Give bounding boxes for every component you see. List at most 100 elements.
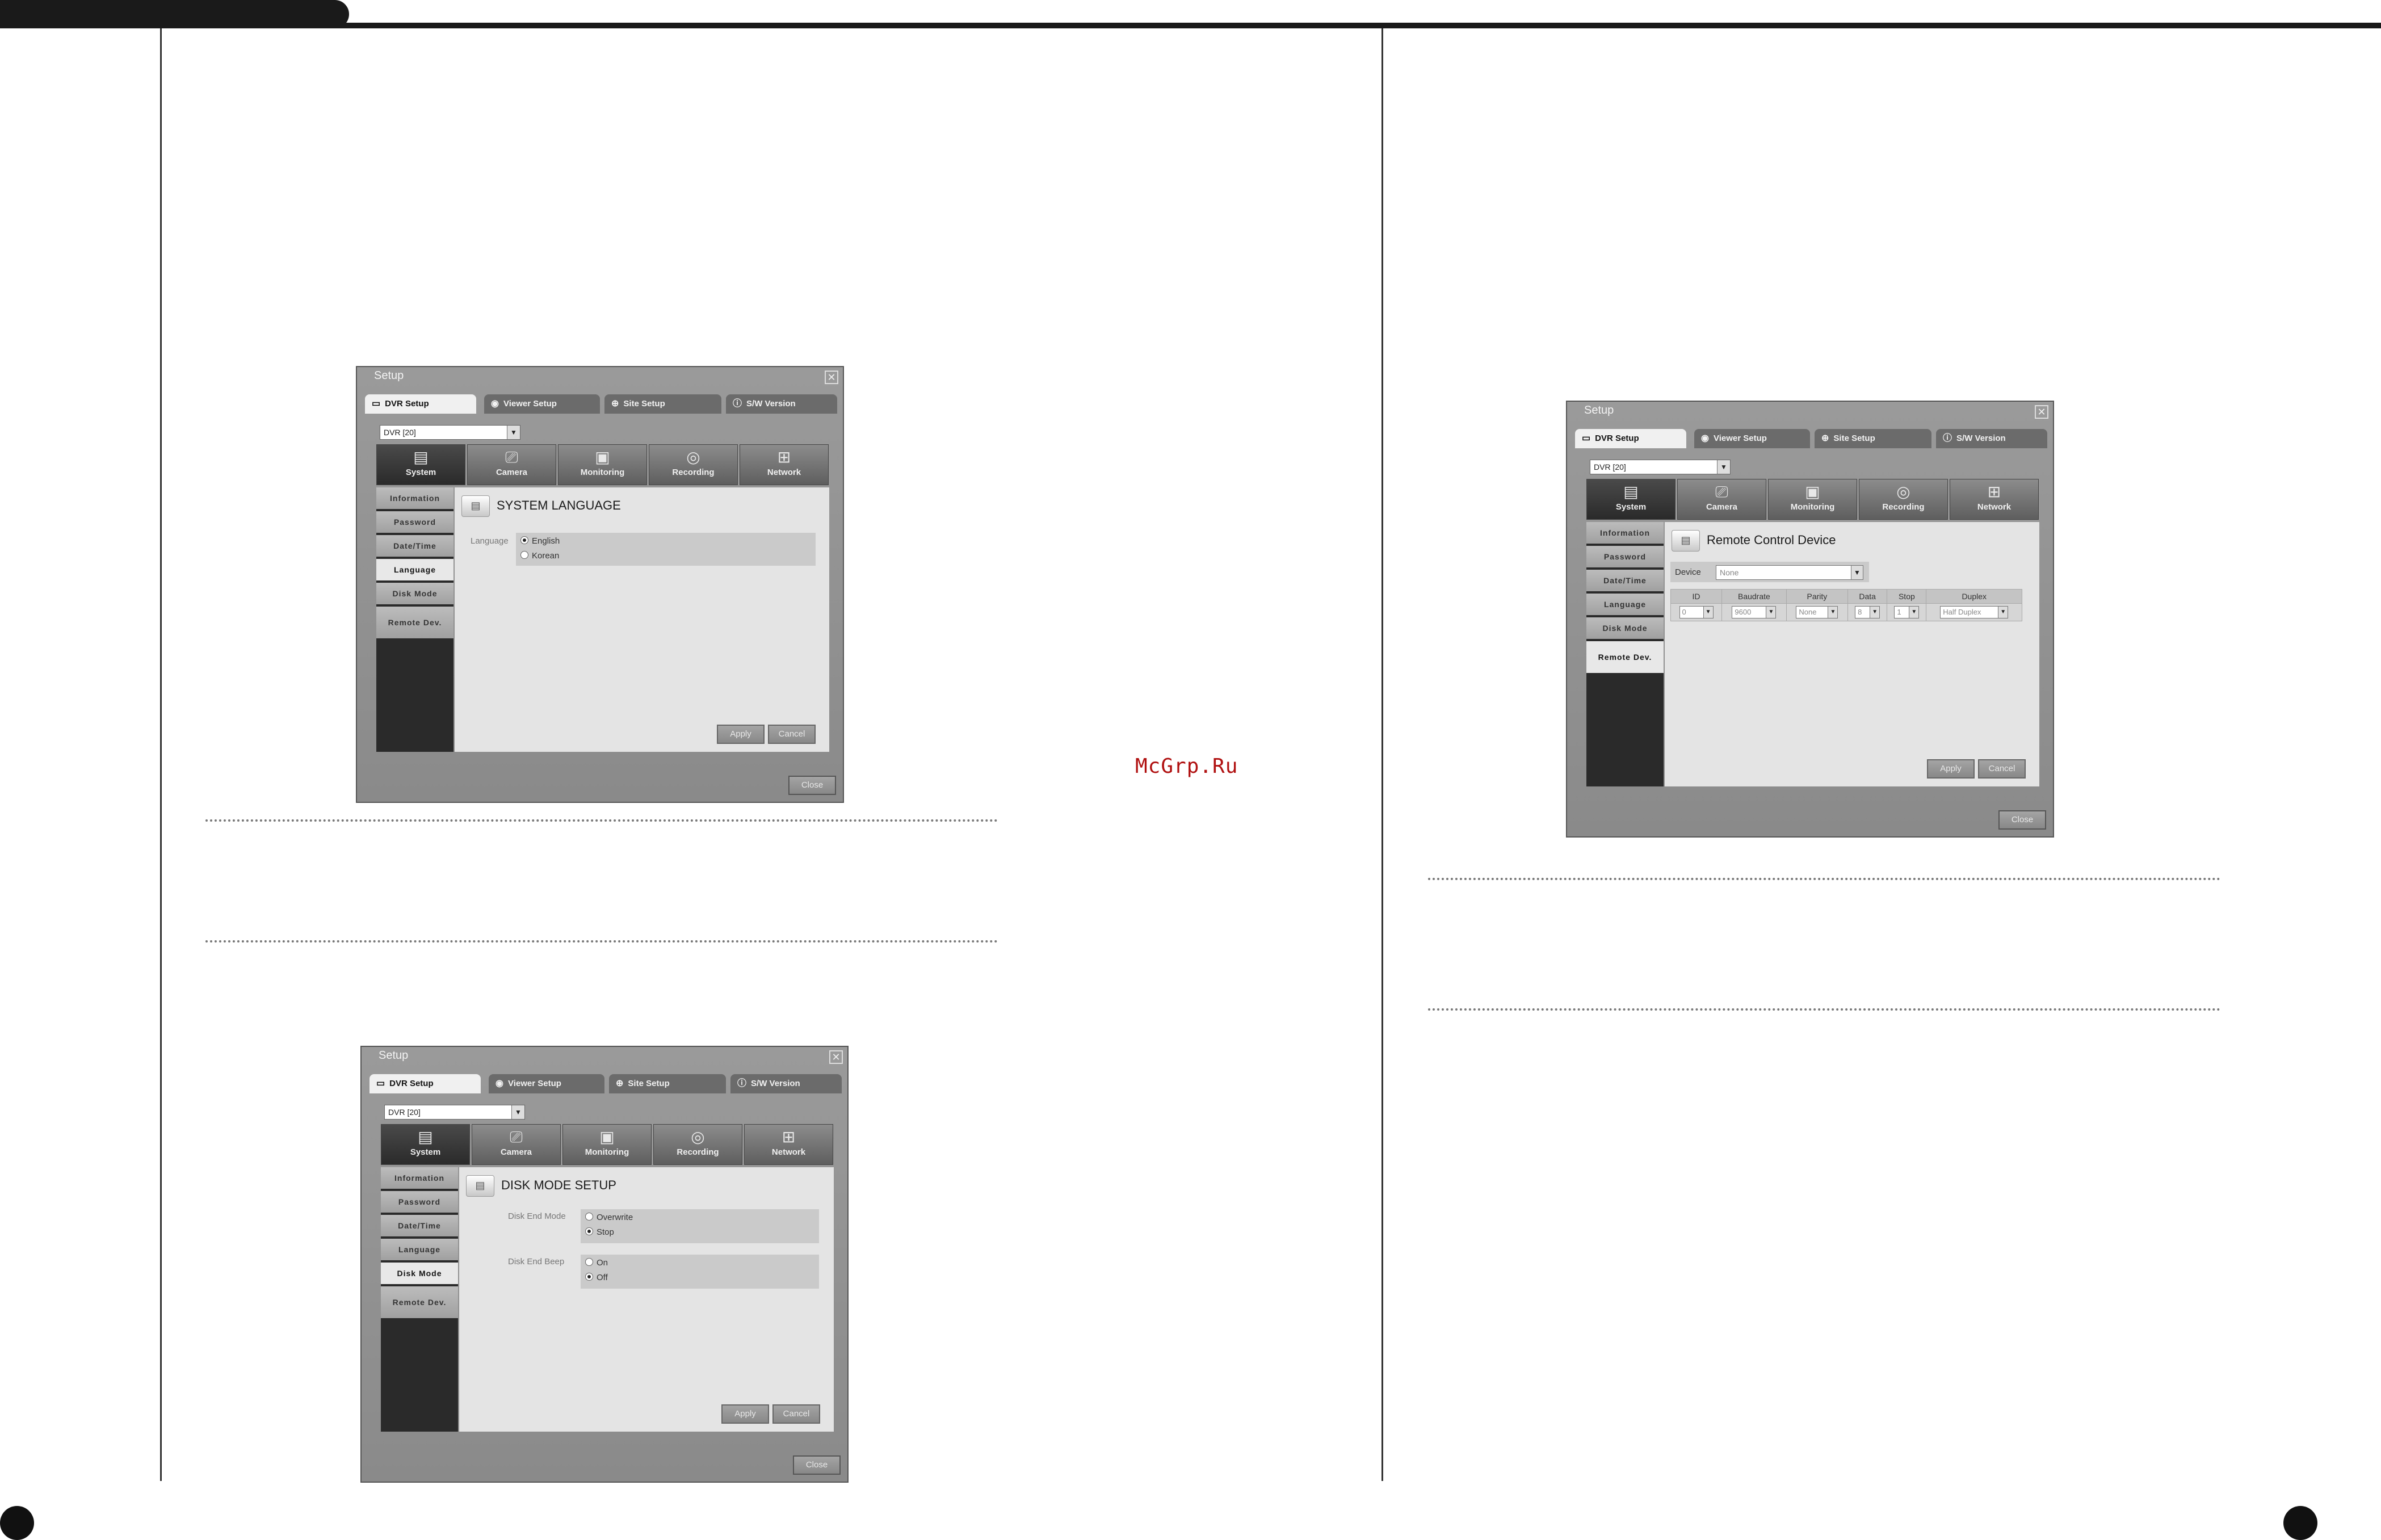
device-select[interactable]: None ▼ <box>1716 565 1863 580</box>
sidebar-item-disk-mode[interactable]: Disk Mode <box>1586 617 1664 640</box>
close-button[interactable]: Close <box>1998 810 2046 830</box>
tab-viewer-setup[interactable]: ◉ Viewer Setup <box>1694 429 1810 448</box>
tab-dvr-setup[interactable]: ▭ DVR Setup <box>1575 429 1686 448</box>
network-icon: ⊞ <box>1987 483 2001 500</box>
category-camera[interactable]: ⎚ Camera <box>467 444 556 485</box>
parity-select[interactable]: None ▼ <box>1796 606 1838 618</box>
radio-overwrite[interactable]: Overwrite <box>585 1213 633 1222</box>
sidebar-item-password[interactable]: Password <box>381 1191 458 1214</box>
setup-window-diskmode: Setup ✕ ▭ DVR Setup ◉ Viewer Setup ⊕ Site S… <box>360 1046 849 1483</box>
stop-select[interactable]: 1 ▼ <box>1894 606 1920 618</box>
chevron-down-icon: ▼ <box>1766 607 1776 618</box>
apply-button[interactable]: Apply <box>721 1404 769 1424</box>
tab-site-setup[interactable]: ⊕ Site Setup <box>609 1074 726 1093</box>
sidebar-item-language[interactable]: Language <box>381 1239 458 1261</box>
close-button[interactable]: Close <box>788 776 836 795</box>
site-icon: ⊕ <box>1821 434 1829 443</box>
watermark: McGrp.Ru <box>1135 755 1238 778</box>
chevron-down-icon: ▼ <box>511 1105 524 1119</box>
baudrate-select[interactable]: 9600 ▼ <box>1732 606 1777 618</box>
radio-beep-off[interactable]: Off <box>585 1273 608 1282</box>
chevron-down-icon: ▼ <box>1703 607 1713 618</box>
col-data: Data <box>1847 589 1888 604</box>
content-panel: ▤ SYSTEM LANGUAGE Language English Korean… <box>455 487 829 752</box>
radio-empty-icon <box>585 1213 593 1221</box>
radio-korean[interactable]: Korean <box>520 551 559 561</box>
radio-english[interactable]: English <box>520 536 560 546</box>
tab-sw-version[interactable]: ⓘ S/W Version <box>1936 429 2047 448</box>
category-monitoring[interactable]: ▣ Monitoring <box>1768 479 1857 520</box>
cancel-button[interactable]: Cancel <box>772 1404 820 1424</box>
category-system[interactable]: ▤ System <box>376 444 465 485</box>
sidebar-item-language[interactable]: Language <box>376 559 453 582</box>
category-camera[interactable]: ⎚ Camera <box>1677 479 1766 520</box>
duplex-select[interactable]: Half Duplex ▼ <box>1940 606 2009 618</box>
dvr-select[interactable]: DVR [20] ▼ <box>380 425 520 440</box>
close-icon[interactable]: ✕ <box>2035 405 2048 419</box>
category-monitoring[interactable]: ▣ Monitoring <box>558 444 647 485</box>
sidebar-item-remote-dev[interactable]: Remote Dev. <box>376 607 453 639</box>
category-monitoring[interactable]: ▣ Monitoring <box>562 1124 652 1165</box>
radio-stop[interactable]: Stop <box>585 1227 614 1237</box>
section-heading: ▤ Remote Control Device <box>1672 530 1836 552</box>
apply-button[interactable]: Apply <box>1927 759 1975 779</box>
dvr-select[interactable]: DVR [20] ▼ <box>384 1105 525 1120</box>
sidebar-item-remote-dev[interactable]: Remote Dev. <box>381 1286 458 1319</box>
system-icon: ▤ <box>418 1128 433 1146</box>
tab-dvr-setup[interactable]: ▭ DVR Setup <box>365 394 476 414</box>
site-icon: ⊕ <box>616 1079 624 1088</box>
radio-beep-on[interactable]: On <box>585 1258 608 1268</box>
tab-site-setup[interactable]: ⊕ Site Setup <box>604 394 721 414</box>
sidebar-item-disk-mode[interactable]: Disk Mode <box>381 1263 458 1285</box>
id-select[interactable]: 0 ▼ <box>1679 606 1714 618</box>
dvr-select[interactable]: DVR [20] ▼ <box>1590 460 1731 474</box>
chevron-down-icon: ▼ <box>1870 607 1880 618</box>
apply-button[interactable]: Apply <box>717 725 765 744</box>
sidebar-item-datetime[interactable]: Date/Time <box>381 1215 458 1238</box>
close-icon[interactable]: ✕ <box>829 1050 843 1064</box>
sidebar-item-password[interactable]: Password <box>376 511 453 534</box>
sidebar-item-datetime[interactable]: Date/Time <box>376 535 453 558</box>
center-gutter-rule <box>1381 28 1383 1481</box>
setup-tabs: ▭ DVR Setup ◉ Viewer Setup ⊕ Site Setup ⓘ S/… <box>369 1074 842 1093</box>
cancel-button[interactable]: Cancel <box>1978 759 2026 779</box>
sidebar-item-disk-mode[interactable]: Disk Mode <box>376 583 453 605</box>
category-recording[interactable]: ◎ Recording <box>653 1124 742 1165</box>
tab-sw-version[interactable]: ⓘ S/W Version <box>726 394 837 414</box>
sidebar-item-information[interactable]: Information <box>376 487 453 510</box>
sidebar-item-language[interactable]: Language <box>1586 594 1664 616</box>
category-network[interactable]: ⊞ Network <box>1950 479 2039 520</box>
sidebar-item-datetime[interactable]: Date/Time <box>1586 570 1664 592</box>
viewer-icon: ◉ <box>495 1079 503 1088</box>
tab-site-setup[interactable]: ⊕ Site Setup <box>1815 429 1931 448</box>
category-camera[interactable]: ⎚ Camera <box>472 1124 561 1165</box>
page-number-marker <box>2283 1506 2317 1540</box>
camera-icon: ⎚ <box>505 448 518 466</box>
category-recording[interactable]: ◎ Recording <box>649 444 738 485</box>
page-header-rule <box>0 23 2381 28</box>
setup-window-remote: Setup ✕ ▭ DVR Setup ◉ Viewer Setup ⊕ Site S… <box>1566 401 2054 838</box>
sidebar-item-remote-dev[interactable]: Remote Dev. <box>1586 641 1664 674</box>
sidebar-item-information[interactable]: Information <box>1586 522 1664 545</box>
chevron-down-icon: ▼ <box>507 426 520 439</box>
category-system[interactable]: ▤ System <box>381 1124 470 1165</box>
category-system[interactable]: ▤ System <box>1586 479 1675 520</box>
cell-duplex: Half Duplex ▼ <box>1926 603 2022 621</box>
tab-viewer-setup[interactable]: ◉ Viewer Setup <box>489 1074 604 1093</box>
category-network[interactable]: ⊞ Network <box>744 1124 833 1165</box>
tab-sw-version[interactable]: ⓘ S/W Version <box>730 1074 842 1093</box>
cell-id: 0 ▼ <box>1670 603 1723 621</box>
close-icon[interactable]: ✕ <box>825 371 838 384</box>
cancel-button[interactable]: Cancel <box>768 725 816 744</box>
category-network[interactable]: ⊞ Network <box>740 444 829 485</box>
chevron-down-icon: ▼ <box>1998 607 2008 618</box>
tab-viewer-setup[interactable]: ◉ Viewer Setup <box>484 394 600 414</box>
tab-dvr-setup[interactable]: ▭ DVR Setup <box>369 1074 481 1093</box>
sidebar-item-information[interactable]: Information <box>381 1167 458 1190</box>
viewer-icon: ◉ <box>1701 434 1709 443</box>
remote-settings-table: ID Baudrate Parity Data Stop Duplex 0 ▼ 9… <box>1670 589 2022 621</box>
data-select[interactable]: 8 ▼ <box>1855 606 1880 618</box>
sidebar-item-password[interactable]: Password <box>1586 546 1664 569</box>
category-recording[interactable]: ◎ Recording <box>1859 479 1948 520</box>
close-button[interactable]: Close <box>793 1455 841 1475</box>
